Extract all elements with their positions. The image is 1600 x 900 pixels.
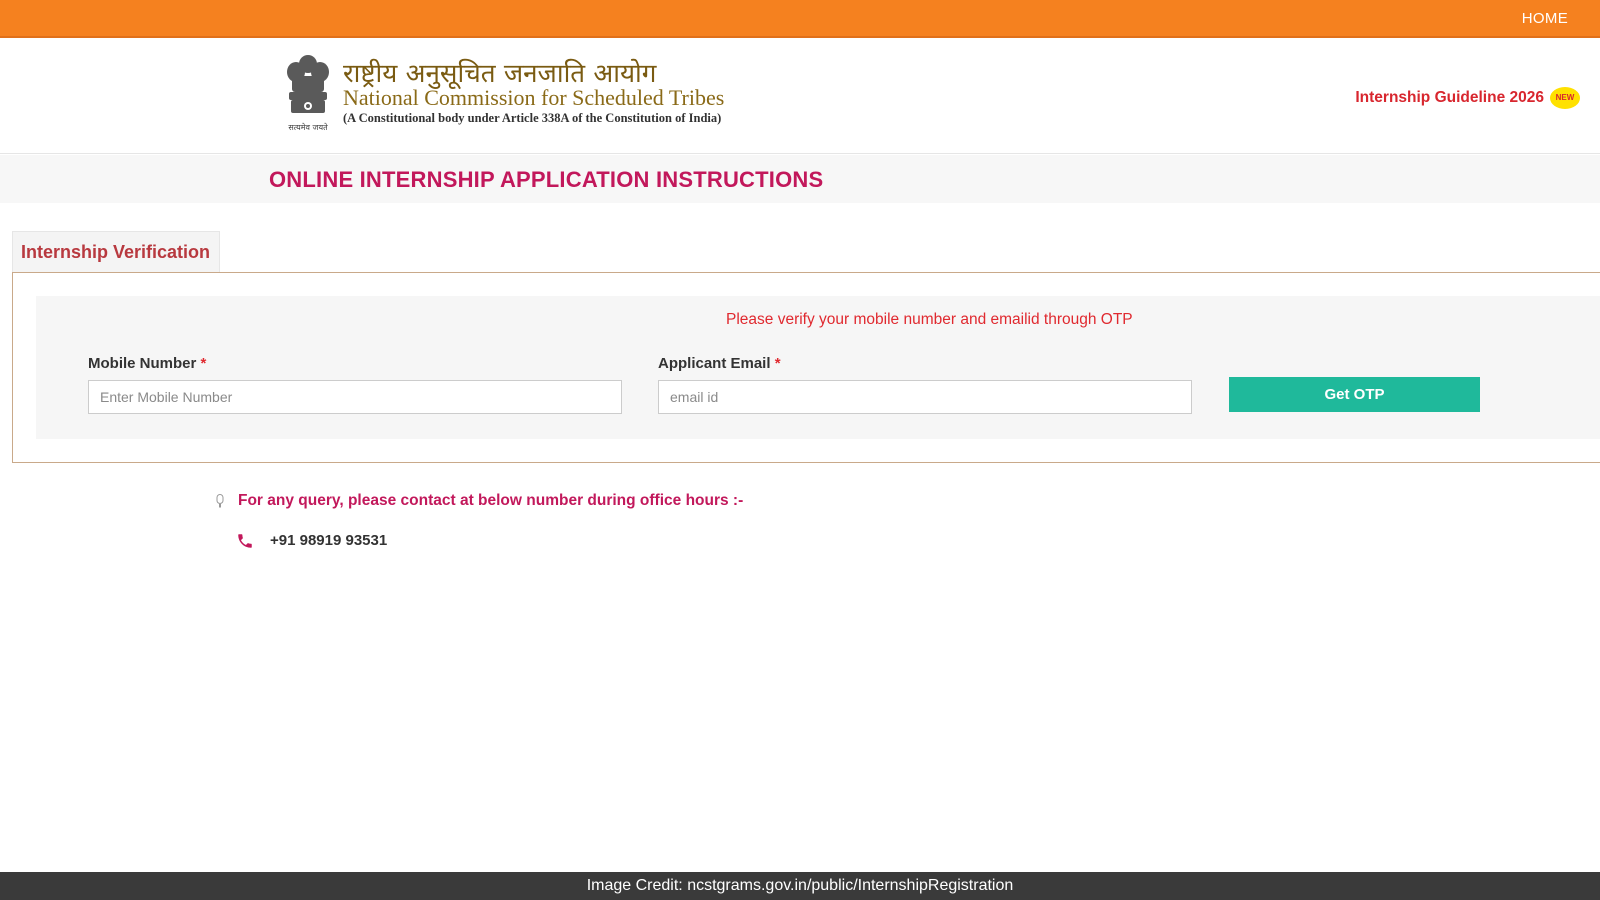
mobile-number-label: Mobile Number * [88, 355, 206, 372]
instructions-band: ONLINE INTERNSHIP APPLICATION INSTRUCTIO… [0, 155, 1600, 203]
constitutional-subtitle: (A Constitutional body under Article 338… [343, 111, 722, 125]
top-nav-bar: HOME [0, 0, 1600, 38]
mobile-number-input[interactable] [88, 380, 622, 414]
verification-panel: Please verify your mobile number and ema… [12, 272, 1600, 463]
new-badge: NEW [1550, 87, 1580, 109]
image-credit-bar: Image Credit: ncstgrams.gov.in/public/In… [0, 872, 1600, 900]
info-icon [216, 494, 224, 508]
instructions-title[interactable]: ONLINE INTERNSHIP APPLICATION INSTRUCTIO… [269, 167, 823, 193]
phone-icon [238, 534, 252, 548]
state-emblem-icon [287, 55, 329, 113]
otp-notice: Please verify your mobile number and ema… [726, 311, 1133, 328]
site-header: सत्यमेव जयते राष्ट्रीय अनुसूचित जनजाति आ… [0, 38, 1600, 154]
applicant-email-label-text: Applicant Email [658, 355, 771, 372]
home-link[interactable]: HOME [1522, 10, 1568, 27]
emblem-caption: सत्यमेव जयते [288, 123, 328, 132]
applicant-email-input[interactable] [658, 380, 1192, 414]
internship-guideline-link[interactable]: Internship Guideline 2026 [1355, 89, 1544, 107]
applicant-email-label: Applicant Email * [658, 355, 781, 372]
required-mark: * [774, 355, 781, 372]
query-text: For any query, please contact at below n… [238, 492, 744, 509]
verification-form: Please verify your mobile number and ema… [36, 296, 1600, 439]
english-title: National Commission for Scheduled Tribes [343, 85, 725, 110]
get-otp-button[interactable]: Get OTP [1229, 377, 1480, 412]
mobile-number-label-text: Mobile Number [88, 355, 197, 372]
contact-phone-number: +91 98919 93531 [270, 532, 388, 549]
required-mark: * [200, 355, 207, 372]
tab-internship-verification[interactable]: Internship Verification [12, 231, 220, 272]
